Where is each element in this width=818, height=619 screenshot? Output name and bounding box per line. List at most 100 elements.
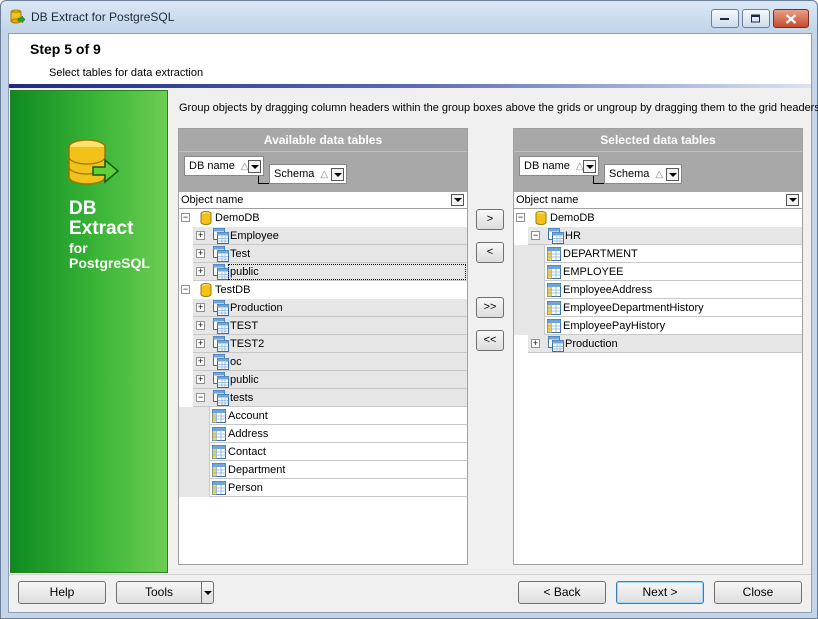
expand-toggle-icon[interactable]: + xyxy=(196,231,205,240)
group-header-db-name[interactable]: DB name △ xyxy=(184,156,264,176)
filter-dropdown-icon[interactable] xyxy=(583,160,596,173)
schema-icon xyxy=(213,300,229,316)
database-row[interactable]: − DemoDB xyxy=(514,209,802,227)
database-icon xyxy=(535,211,547,225)
table-row[interactable]: EmployeeAddress xyxy=(514,281,802,299)
banner-text: DB Extract for PostgreSQL xyxy=(69,199,150,270)
schema-icon xyxy=(213,264,229,280)
wizard-header: Step 5 of 9 Select tables for data extra… xyxy=(9,34,811,84)
title-bar: DB Extract for PostgreSQL xyxy=(1,1,817,31)
expand-toggle-icon[interactable]: + xyxy=(196,249,205,258)
table-row[interactable]: Address xyxy=(179,425,467,443)
expand-toggle-icon[interactable]: + xyxy=(196,339,205,348)
column-header-object-name[interactable]: Object name xyxy=(514,192,802,209)
schema-row[interactable]: + TEST xyxy=(179,317,467,335)
tools-button[interactable]: Tools xyxy=(116,581,202,604)
product-banner: DB Extract for PostgreSQL xyxy=(10,90,168,573)
focus-rect xyxy=(228,264,466,280)
add-all-button[interactable]: >> xyxy=(476,297,504,318)
expand-toggle-icon[interactable]: − xyxy=(181,213,190,222)
schema-row[interactable]: + public xyxy=(179,263,467,281)
table-row[interactable]: Account xyxy=(179,407,467,425)
expand-toggle-icon[interactable]: + xyxy=(196,303,205,312)
row-indent xyxy=(179,443,209,461)
close-button[interactable]: Close xyxy=(714,581,802,604)
group-header-schema[interactable]: Schema △ xyxy=(269,164,347,184)
column-header-object-name[interactable]: Object name xyxy=(179,192,467,209)
maximize-button[interactable] xyxy=(742,9,770,28)
sort-asc-icon: △ xyxy=(320,169,329,180)
filter-dropdown-icon[interactable] xyxy=(666,168,679,181)
selected-tables-tree[interactable]: − DemoDB − HR DEPARTMENT EMPLOYEE EmployeeAddr… xyxy=(514,209,802,353)
app-icon xyxy=(10,9,25,24)
add-selected-button[interactable]: > xyxy=(476,209,504,230)
help-button[interactable]: Help xyxy=(18,581,106,604)
group-header-schema[interactable]: Schema △ xyxy=(604,164,682,184)
group-box[interactable]: DB name △ Schema △ xyxy=(514,151,802,192)
row-label: public xyxy=(230,374,259,386)
table-row[interactable]: EmployeePayHistory xyxy=(514,317,802,335)
header-divider xyxy=(9,84,811,88)
column-dropdown-icon[interactable] xyxy=(786,194,799,206)
schema-icon xyxy=(213,390,229,406)
expand-toggle-icon[interactable]: + xyxy=(196,375,205,384)
row-label: TestDB xyxy=(215,284,251,296)
table-icon xyxy=(212,481,226,495)
row-label: DemoDB xyxy=(550,212,595,224)
expand-toggle-icon[interactable]: − xyxy=(516,213,525,222)
row-label: TEST xyxy=(230,320,259,332)
table-row[interactable]: Contact xyxy=(179,443,467,461)
table-row[interactable]: EmployeeDepartmentHistory xyxy=(514,299,802,317)
row-indent xyxy=(514,299,544,317)
schema-row[interactable]: − tests xyxy=(179,389,467,407)
maximize-icon xyxy=(751,14,760,22)
database-row[interactable]: − TestDB xyxy=(179,281,467,299)
remove-selected-button[interactable]: < xyxy=(476,242,504,263)
expand-toggle-icon[interactable]: + xyxy=(196,357,205,366)
selected-tables-panel: Selected data tables DB name △ Schema △ Ob… xyxy=(513,128,803,565)
expand-toggle-icon[interactable]: − xyxy=(196,393,205,402)
banner-line-1: DB xyxy=(69,198,97,219)
table-icon xyxy=(212,427,226,441)
next-button[interactable]: Next > xyxy=(616,581,704,604)
filter-dropdown-icon[interactable] xyxy=(248,160,261,173)
schema-icon xyxy=(548,228,564,244)
column-header-label: Object name xyxy=(516,194,579,206)
filter-dropdown-icon[interactable] xyxy=(331,168,344,181)
database-row[interactable]: − DemoDB xyxy=(179,209,467,227)
expand-toggle-icon[interactable]: + xyxy=(196,321,205,330)
table-row[interactable]: DEPARTMENT xyxy=(514,245,802,263)
table-row[interactable]: Person xyxy=(179,479,467,497)
close-window-button[interactable] xyxy=(773,9,809,28)
schema-row[interactable]: + TEST2 xyxy=(179,335,467,353)
group-box[interactable]: DB name △ Schema △ xyxy=(179,151,467,192)
expand-toggle-icon[interactable]: + xyxy=(196,267,205,276)
minimize-button[interactable] xyxy=(711,9,739,28)
back-button[interactable]: < Back xyxy=(518,581,606,604)
group-header-db-name[interactable]: DB name △ xyxy=(519,156,599,176)
expand-toggle-icon[interactable]: − xyxy=(181,285,190,294)
table-row[interactable]: EMPLOYEE xyxy=(514,263,802,281)
schema-row[interactable]: + Production xyxy=(514,335,802,353)
schema-row[interactable]: − HR xyxy=(514,227,802,245)
remove-all-button[interactable]: << xyxy=(476,330,504,351)
column-dropdown-icon[interactable] xyxy=(451,194,464,206)
schema-row[interactable]: + Employee xyxy=(179,227,467,245)
table-icon xyxy=(547,265,561,279)
schema-row[interactable]: + Production xyxy=(179,299,467,317)
grouping-hint: Group objects by dragging column headers… xyxy=(179,102,818,114)
selected-tables-title: Selected data tables xyxy=(514,129,802,151)
schema-icon xyxy=(213,318,229,334)
expand-toggle-icon[interactable]: + xyxy=(531,339,540,348)
schema-row[interactable]: + public xyxy=(179,371,467,389)
tools-dropdown-icon[interactable] xyxy=(201,581,214,604)
schema-row[interactable]: + Test xyxy=(179,245,467,263)
app-window: DB Extract for PostgreSQL Step 5 of 9 Se… xyxy=(0,0,818,619)
available-tables-tree[interactable]: − DemoDB + Employee + Test + public − TestDB + Prod… xyxy=(179,209,467,497)
step-title: Step 5 of 9 xyxy=(30,41,101,57)
expand-toggle-icon[interactable]: − xyxy=(531,231,540,240)
row-label: Production xyxy=(565,338,618,350)
table-row[interactable]: Department xyxy=(179,461,467,479)
schema-row[interactable]: + oc xyxy=(179,353,467,371)
available-tables-title: Available data tables xyxy=(179,129,467,151)
